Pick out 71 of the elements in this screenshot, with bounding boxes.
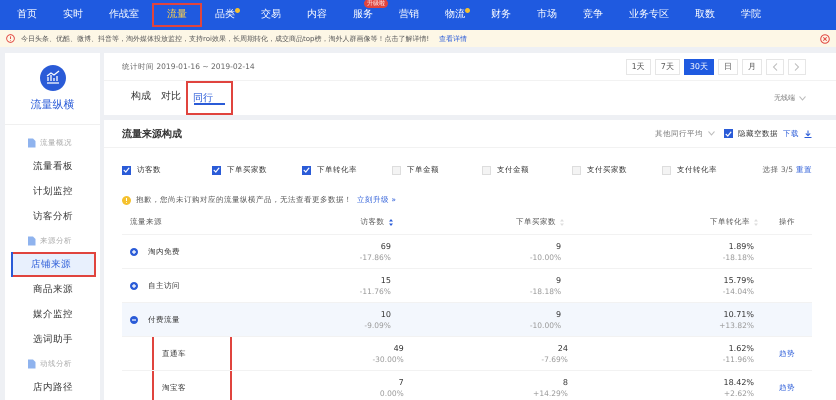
nav-tab[interactable]: 实时 — [50, 8, 96, 22]
warning-icon — [122, 196, 131, 204]
checkbox[interactable] — [122, 166, 131, 174]
range-button[interactable]: 1天 — [626, 58, 651, 74]
cell-value: 1.62% — [728, 344, 754, 352]
cell-value: 10 — [380, 310, 391, 318]
cell-value: 69 — [380, 242, 391, 250]
tab[interactable]: 对比 — [156, 81, 186, 115]
nav-tab[interactable]: 作战室 — [96, 8, 152, 22]
sidebar-item[interactable]: 店内路径 — [5, 375, 100, 400]
nav-tab[interactable]: 市场 — [524, 8, 570, 22]
chevron-down-icon — [799, 96, 806, 100]
sort-icon — [754, 218, 758, 226]
range-button[interactable]: 30天 — [684, 58, 714, 74]
range-button[interactable]: 7天 — [654, 58, 680, 74]
cell-value: 1.89% — [728, 242, 754, 250]
chevron-down-icon — [708, 131, 715, 136]
collapse-icon[interactable] — [130, 316, 138, 324]
chevron-left-icon — [772, 62, 778, 70]
sidebar-item[interactable]: 访客分析 — [5, 204, 100, 229]
nav-tab[interactable]: 学院 — [728, 8, 774, 22]
sidebar-title: 流量纵横 — [30, 97, 74, 112]
document-icon — [27, 138, 36, 148]
chart-logo-icon — [40, 65, 66, 91]
nav-tab[interactable]: 内容 — [294, 8, 340, 22]
range-button[interactable]: 日 — [718, 58, 738, 74]
cell-value: 7 — [398, 378, 404, 386]
nav-tab[interactable]: 营销 — [386, 8, 432, 22]
range-button[interactable]: 月 — [742, 58, 762, 74]
sidebar-item[interactable]: 店铺来源 — [11, 252, 96, 277]
alert-icon — [6, 34, 15, 43]
cell-value: 9 — [556, 310, 562, 318]
nav-tab[interactable]: 流量 — [152, 3, 202, 27]
tab[interactable]: 构成 — [126, 81, 156, 115]
expand-icon[interactable] — [130, 248, 138, 256]
checkbox[interactable] — [212, 166, 221, 174]
expand-icon[interactable] — [130, 282, 138, 290]
checkbox[interactable] — [724, 129, 733, 138]
sidebar-item[interactable]: 商品来源 — [5, 277, 100, 302]
nav-tab[interactable]: 竞争 — [570, 8, 616, 22]
close-icon — [820, 34, 830, 44]
nav-tab[interactable]: 业务专区 — [616, 8, 682, 22]
cell-value: 15.79% — [723, 276, 754, 284]
panel-title: 流量来源构成 — [122, 127, 182, 140]
checkbox[interactable] — [302, 166, 311, 174]
document-icon — [27, 236, 36, 246]
cell-value: 24 — [558, 344, 568, 352]
nav-tab[interactable]: 取数 — [682, 8, 728, 22]
sort-icon — [388, 218, 393, 226]
sidebar-item[interactable]: 媒介监控 — [5, 302, 100, 327]
nav-tab[interactable]: 物流 — [432, 8, 478, 22]
sidebar-item[interactable]: 流量看板 — [5, 154, 100, 179]
tab[interactable]: 同行 — [186, 81, 233, 115]
cell-value: 10.71% — [723, 310, 754, 318]
sidebar-item[interactable]: 计划监控 — [5, 179, 100, 204]
download-icon — [804, 130, 812, 138]
nav-tab[interactable]: 财务 — [478, 8, 524, 22]
cell-value: 18.42% — [724, 378, 754, 386]
chevron-right-icon — [794, 62, 800, 70]
sidebar-item[interactable]: 选词助手 — [5, 327, 100, 352]
nav-tab[interactable]: 品类 — [202, 8, 248, 22]
cell-value: 15 — [380, 276, 391, 284]
cell-value: 9 — [556, 242, 562, 250]
cell-value: 8 — [562, 378, 568, 386]
nav-tab[interactable]: 首页 — [4, 8, 50, 22]
cell-value: 9 — [556, 276, 562, 284]
cell-value: 49 — [394, 344, 404, 352]
document-icon — [27, 358, 36, 368]
nav-tab[interactable]: 交易 — [248, 8, 294, 22]
nav-tab[interactable]: 服务 — [340, 8, 386, 22]
sort-icon — [560, 218, 564, 226]
